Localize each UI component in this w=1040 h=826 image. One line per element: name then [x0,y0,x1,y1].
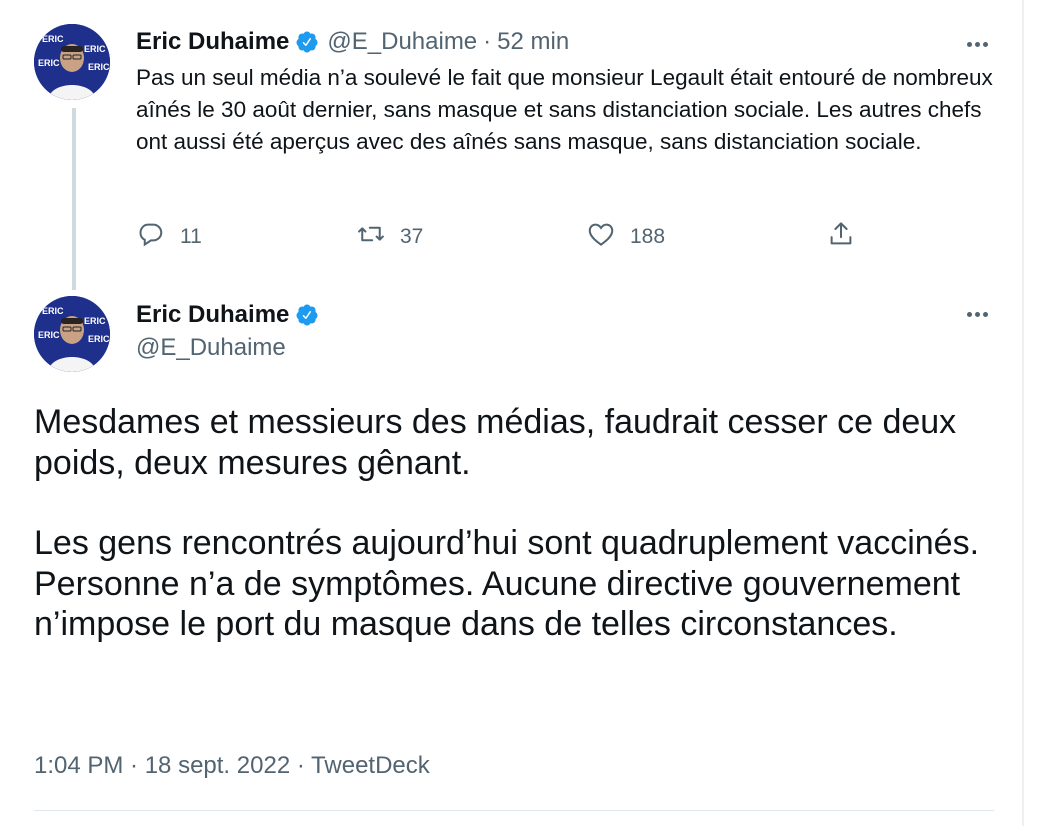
share-button[interactable] [826,219,856,255]
svg-text:ERIC: ERIC [84,316,106,326]
reply-icon [136,219,166,255]
retweet-icon [356,219,386,255]
verified-badge-icon [295,303,319,327]
tweet-actions: 11 37 188 [136,219,866,255]
svg-text:ERIC: ERIC [42,34,64,44]
tweet-paragraph-1: Mesdames et messieurs des médias, faudra… [34,403,957,482]
tweet-paragraph-2: Les gens rencontrés aujourd’hui sont qua… [34,524,980,643]
verified-badge-icon [295,30,319,54]
author-handle[interactable]: @E_Duhaime [136,334,286,362]
page-edge-divider [1022,0,1024,826]
share-icon [826,219,856,255]
avatar[interactable]: ERIC ERIC ERIC ERIC [34,24,110,100]
tweet-time[interactable]: 52 min [497,28,569,56]
reply-button[interactable]: 11 [136,219,202,255]
more-dots-icon[interactable] [962,32,992,56]
author-name[interactable]: Eric Duhaime [136,28,289,56]
tweet-timestamp[interactable]: 1:04 PM · 18 sept. 2022 · TweetDeck [34,752,430,780]
svg-text:ERIC: ERIC [42,306,64,316]
separator-dot: · [483,28,492,55]
svg-text:ERIC: ERIC [38,58,60,68]
reply-count: 11 [180,225,202,248]
author-handle[interactable]: @E_Duhaime [327,28,477,56]
svg-text:ERIC: ERIC [38,330,60,340]
retweet-count: 37 [400,225,424,248]
svg-text:ERIC: ERIC [88,62,110,72]
main-tweet: ERIC ERIC ERIC ERIC Eric Duhaime @E_Duha… [0,290,1022,826]
heart-icon [586,219,616,255]
like-button[interactable]: 188 [586,219,665,255]
author-name-row: Eric Duhaime [136,298,319,332]
divider [34,810,994,811]
svg-text:ERIC: ERIC [84,44,106,54]
reply-tweet[interactable]: ERIC ERIC ERIC ERIC Eric Duhaime @E_Duha… [0,0,1022,290]
like-count: 188 [630,225,666,248]
tweet-text: Mesdames et messieurs des médias, faudra… [34,402,994,645]
tweet-text: Pas un seul média n’a soulevé le fait qu… [136,65,993,154]
more-dots-icon[interactable] [962,302,992,326]
avatar[interactable]: ERIC ERIC ERIC ERIC [34,296,110,372]
tweet-header: Eric Duhaime @E_Duhaime · 52 min [136,24,569,60]
svg-text:ERIC: ERIC [88,334,110,344]
retweet-button[interactable]: 37 [356,219,423,255]
author-name[interactable]: Eric Duhaime [136,301,289,329]
